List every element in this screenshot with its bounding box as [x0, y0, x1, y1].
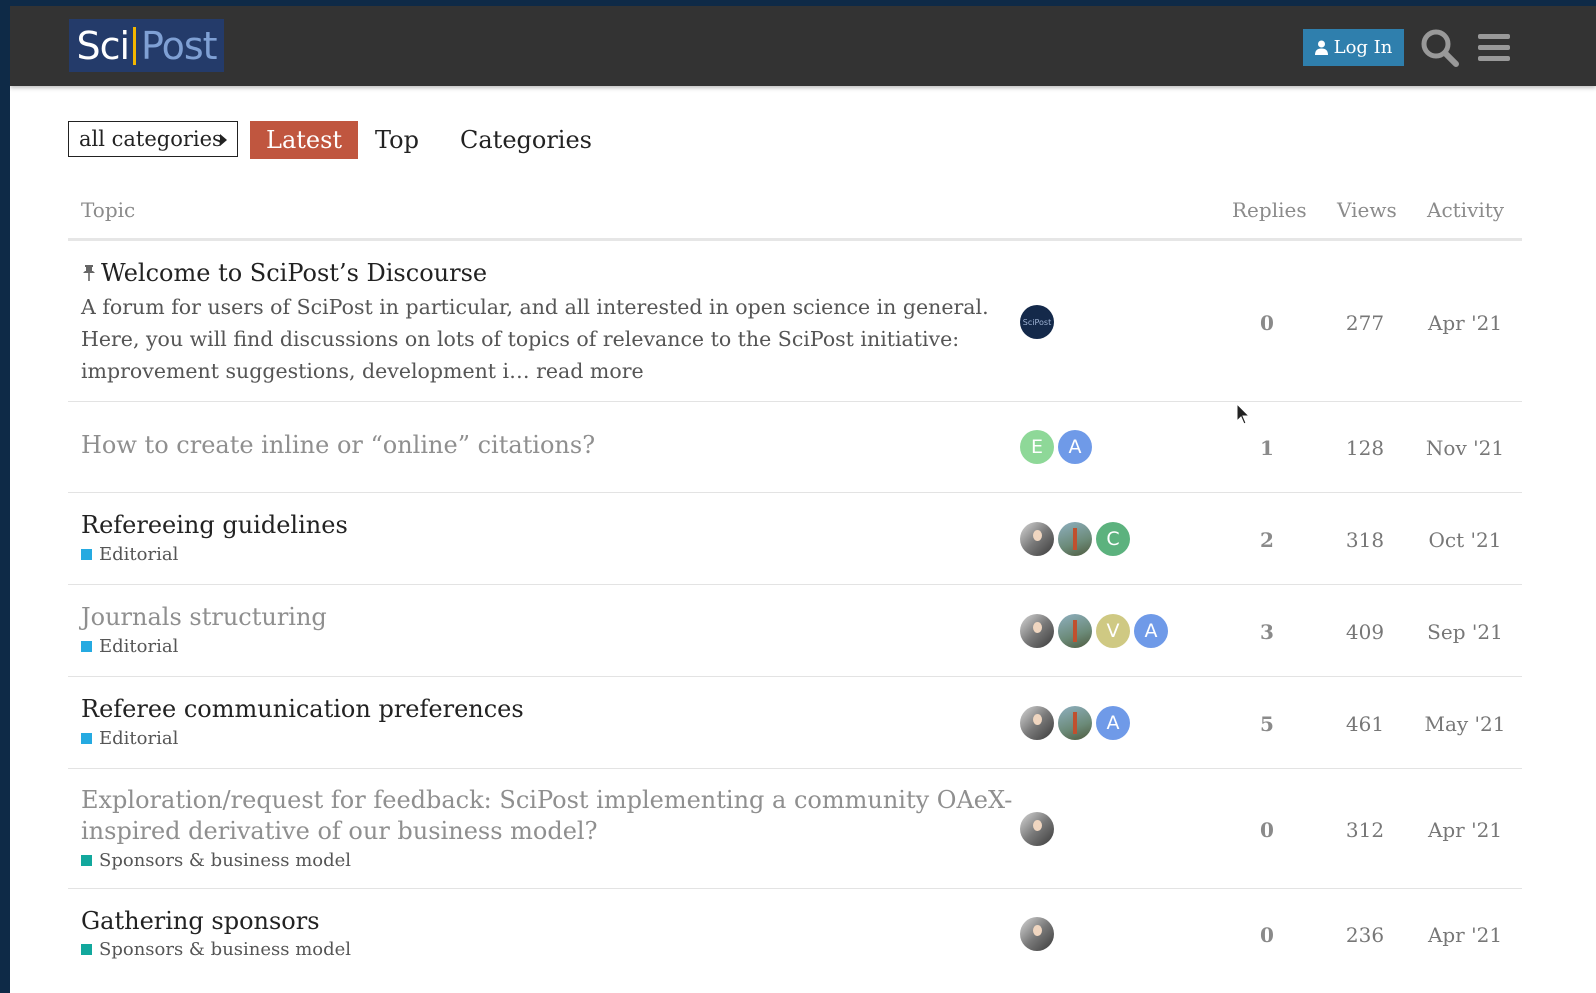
site-header: Sci Post Log In	[10, 6, 1596, 86]
excerpt-text: A forum for users of SciPost in particul…	[81, 295, 989, 383]
avatar-user-photo[interactable]	[1020, 706, 1054, 740]
category-label: Sponsors & business model	[99, 850, 352, 871]
avatar-a[interactable]: A	[1134, 614, 1168, 648]
avatar-e[interactable]: E	[1020, 430, 1054, 464]
row-divider	[68, 676, 1522, 677]
category-color-square	[81, 944, 92, 955]
row-divider	[68, 888, 1522, 889]
activity-date[interactable]: Apr '21	[1414, 923, 1516, 947]
column-header-topic[interactable]: Topic	[81, 198, 135, 222]
logo-post-text: Post	[141, 23, 218, 68]
views-count: 312	[1345, 818, 1385, 842]
avatar-user-photo[interactable]	[1058, 614, 1092, 648]
avatar-user-photo[interactable]	[1020, 614, 1054, 648]
row-divider	[68, 584, 1522, 585]
mouse-cursor-icon	[1236, 402, 1251, 429]
search-icon[interactable]	[1420, 28, 1460, 68]
avatar-v[interactable]: V	[1096, 614, 1130, 648]
views-count: 461	[1345, 712, 1385, 736]
activity-date[interactable]: May '21	[1414, 712, 1516, 736]
category-badge-sponsors[interactable]: Sponsors & business model	[81, 850, 351, 871]
topic-title-line1[interactable]: Exploration/request for feedback: SciPos…	[81, 785, 1012, 816]
logo-divider	[133, 26, 137, 65]
avatar-a[interactable]: A	[1058, 430, 1092, 464]
category-color-square	[81, 549, 92, 560]
topic-title[interactable]: Journals structuring	[81, 602, 327, 633]
header-divider	[68, 238, 1522, 241]
logo-sci-text: Sci	[76, 23, 130, 68]
activity-date[interactable]: Apr '21	[1414, 311, 1516, 335]
category-label: Sponsors & business model	[99, 939, 352, 960]
category-color-square	[81, 855, 92, 866]
replies-count: 0	[1260, 311, 1274, 335]
category-label: Editorial	[99, 728, 179, 749]
topic-excerpt: A forum for users of SciPost in particul…	[81, 291, 991, 387]
avatar-user-photo[interactable]	[1058, 706, 1092, 740]
avatar-a[interactable]: A	[1096, 706, 1130, 740]
replies-count: 1	[1260, 436, 1274, 460]
read-more-link[interactable]: read more	[536, 359, 644, 383]
tab-top[interactable]: Top	[375, 121, 419, 159]
topic-title-line2[interactable]: inspired derivative of our business mode…	[81, 816, 597, 847]
login-label: Log In	[1333, 37, 1393, 58]
category-badge-editorial[interactable]: Editorial	[81, 544, 178, 565]
topic-title[interactable]: How to create inline or “online” citatio…	[81, 430, 595, 461]
replies-count: 2	[1260, 528, 1274, 552]
hamburger-menu-icon[interactable]	[1476, 28, 1512, 68]
replies-count: 0	[1260, 818, 1274, 842]
row-divider	[68, 401, 1522, 402]
category-badge-sponsors[interactable]: Sponsors & business model	[81, 939, 351, 960]
avatar-scipost[interactable]: SciPost	[1020, 305, 1054, 339]
category-badge-editorial[interactable]: Editorial	[81, 636, 178, 657]
views-count: 318	[1345, 528, 1385, 552]
category-label: Editorial	[99, 544, 179, 565]
login-button[interactable]: Log In	[1303, 29, 1404, 66]
views-count: 277	[1345, 311, 1385, 335]
category-color-square	[81, 641, 92, 652]
avatar-c[interactable]: C	[1096, 522, 1130, 556]
tab-latest[interactable]: Latest	[250, 121, 359, 159]
row-divider	[68, 492, 1522, 493]
category-dropdown[interactable]: all categories	[68, 121, 238, 157]
avatar-user-photo[interactable]	[1020, 522, 1054, 556]
column-header-activity[interactable]: Activity	[1427, 198, 1504, 222]
scipost-logo[interactable]: Sci Post	[69, 19, 224, 72]
pin-icon	[82, 265, 96, 285]
topic-title[interactable]: Welcome to SciPost’s Discourse	[101, 258, 487, 289]
activity-date[interactable]: Sep '21	[1414, 620, 1516, 644]
caret-right-icon	[220, 134, 227, 146]
user-icon	[1314, 40, 1328, 55]
replies-count: 0	[1260, 923, 1274, 947]
topic-title[interactable]: Referee communication preferences	[81, 694, 524, 725]
browser-viewport: Sci Post Log In all categories Latest Top…	[10, 6, 1596, 993]
activity-date[interactable]: Apr '21	[1414, 818, 1516, 842]
views-count: 409	[1345, 620, 1385, 644]
avatar-user-photo[interactable]	[1058, 522, 1092, 556]
category-label: Editorial	[99, 636, 179, 657]
topic-title[interactable]: Gathering sponsors	[81, 906, 320, 937]
category-dropdown-label: all categories	[79, 127, 223, 151]
replies-count: 3	[1260, 620, 1274, 644]
row-divider	[68, 768, 1522, 769]
category-badge-editorial[interactable]: Editorial	[81, 728, 178, 749]
category-color-square	[81, 733, 92, 744]
views-count: 128	[1345, 436, 1385, 460]
avatar-user-photo[interactable]	[1020, 917, 1054, 951]
column-header-views[interactable]: Views	[1337, 198, 1397, 222]
column-header-replies[interactable]: Replies	[1232, 198, 1307, 222]
topic-title[interactable]: Refereeing guidelines	[81, 510, 348, 541]
tab-categories[interactable]: Categories	[460, 121, 592, 159]
replies-count: 5	[1260, 712, 1274, 736]
activity-date[interactable]: Oct '21	[1414, 528, 1516, 552]
avatar-user-photo[interactable]	[1020, 812, 1054, 846]
activity-date[interactable]: Nov '21	[1414, 436, 1516, 460]
views-count: 236	[1345, 923, 1385, 947]
